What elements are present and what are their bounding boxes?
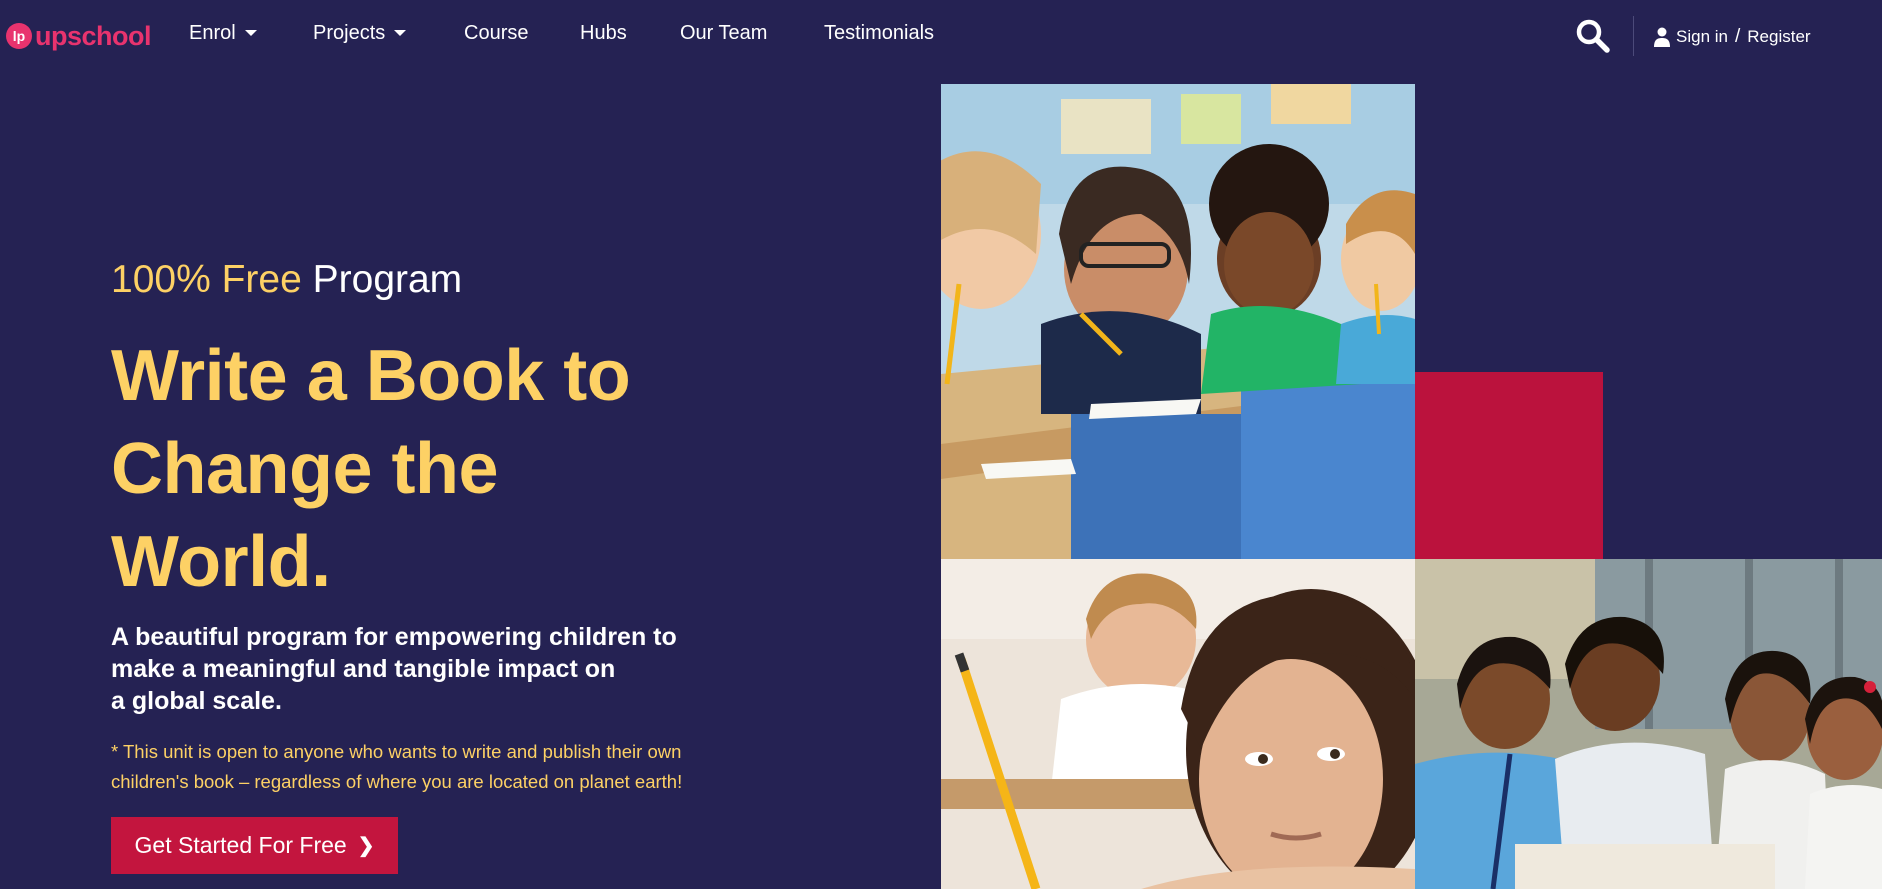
nav-item-enrol[interactable]: Enrol <box>189 22 257 45</box>
subtitle-line: make a meaningful and tangible impact on <box>111 655 616 683</box>
search-icon <box>1576 19 1610 53</box>
nav-item-label: Course <box>464 22 529 44</box>
search-button[interactable] <box>1575 18 1611 54</box>
nav-divider <box>1633 16 1634 56</box>
hero-note: * This unit is open to anyone who wants … <box>111 737 751 797</box>
nav-item-label: Projects <box>313 22 386 44</box>
caret-down-icon <box>244 29 257 36</box>
nav-item-testimonials[interactable]: Testimonials <box>824 22 934 45</box>
hero-headline: Write a Book to Change the World. <box>111 330 731 609</box>
tagline-rest: Program <box>312 258 463 301</box>
headline-line: Change the <box>111 429 499 509</box>
hero-subtitle: A beautiful program for empowering child… <box>111 621 731 717</box>
auth-separator: / <box>1734 26 1741 47</box>
headline-line: World. <box>111 522 331 602</box>
get-started-button[interactable]: Get Started For Free ❯ <box>111 817 398 874</box>
logo-mark-icon: lp <box>6 23 32 49</box>
nav-item-projects[interactable]: Projects <box>313 22 407 45</box>
nav-item-hubs[interactable]: Hubs <box>580 22 627 45</box>
cta-label: Get Started For Free <box>134 832 347 858</box>
nav-item-label: Hubs <box>580 22 627 44</box>
hero-tagline: 100% Free Program <box>111 258 462 302</box>
tagline-highlight: 100% Free <box>111 258 302 301</box>
auth-links: Sign in / Register <box>1654 26 1811 48</box>
logo-text: upschool <box>35 20 152 51</box>
user-icon <box>1654 27 1670 47</box>
accent-block <box>1415 372 1603 559</box>
subtitle-line: a global scale. <box>111 687 282 715</box>
classroom-children-photo <box>941 84 1415 559</box>
subtitle-line: A beautiful program for empowering child… <box>111 623 677 651</box>
register-link[interactable]: Register <box>1747 27 1810 47</box>
note-line: children's book – regardless of where yo… <box>111 771 683 792</box>
caret-down-icon <box>394 29 407 36</box>
students-reading-photo <box>1415 559 1882 889</box>
headline-line: Write a Book to <box>111 336 631 416</box>
signin-link[interactable]: Sign in <box>1676 27 1728 47</box>
nav-item-course[interactable]: Course <box>464 22 528 45</box>
chevron-right-icon: ❯ <box>357 835 375 857</box>
top-navbar: lp upschool Enrol Projects Course Hubs O… <box>0 0 1882 72</box>
nav-item-label: Testimonials <box>824 22 935 44</box>
note-line: * This unit is open to anyone who wants … <box>111 741 682 762</box>
nav-item-our-team[interactable]: Our Team <box>680 22 767 45</box>
girl-thinking-photo <box>941 559 1415 889</box>
nav-item-label: Enrol <box>189 22 236 44</box>
logo[interactable]: lp upschool <box>6 20 152 52</box>
nav-item-label: Our Team <box>680 22 768 44</box>
